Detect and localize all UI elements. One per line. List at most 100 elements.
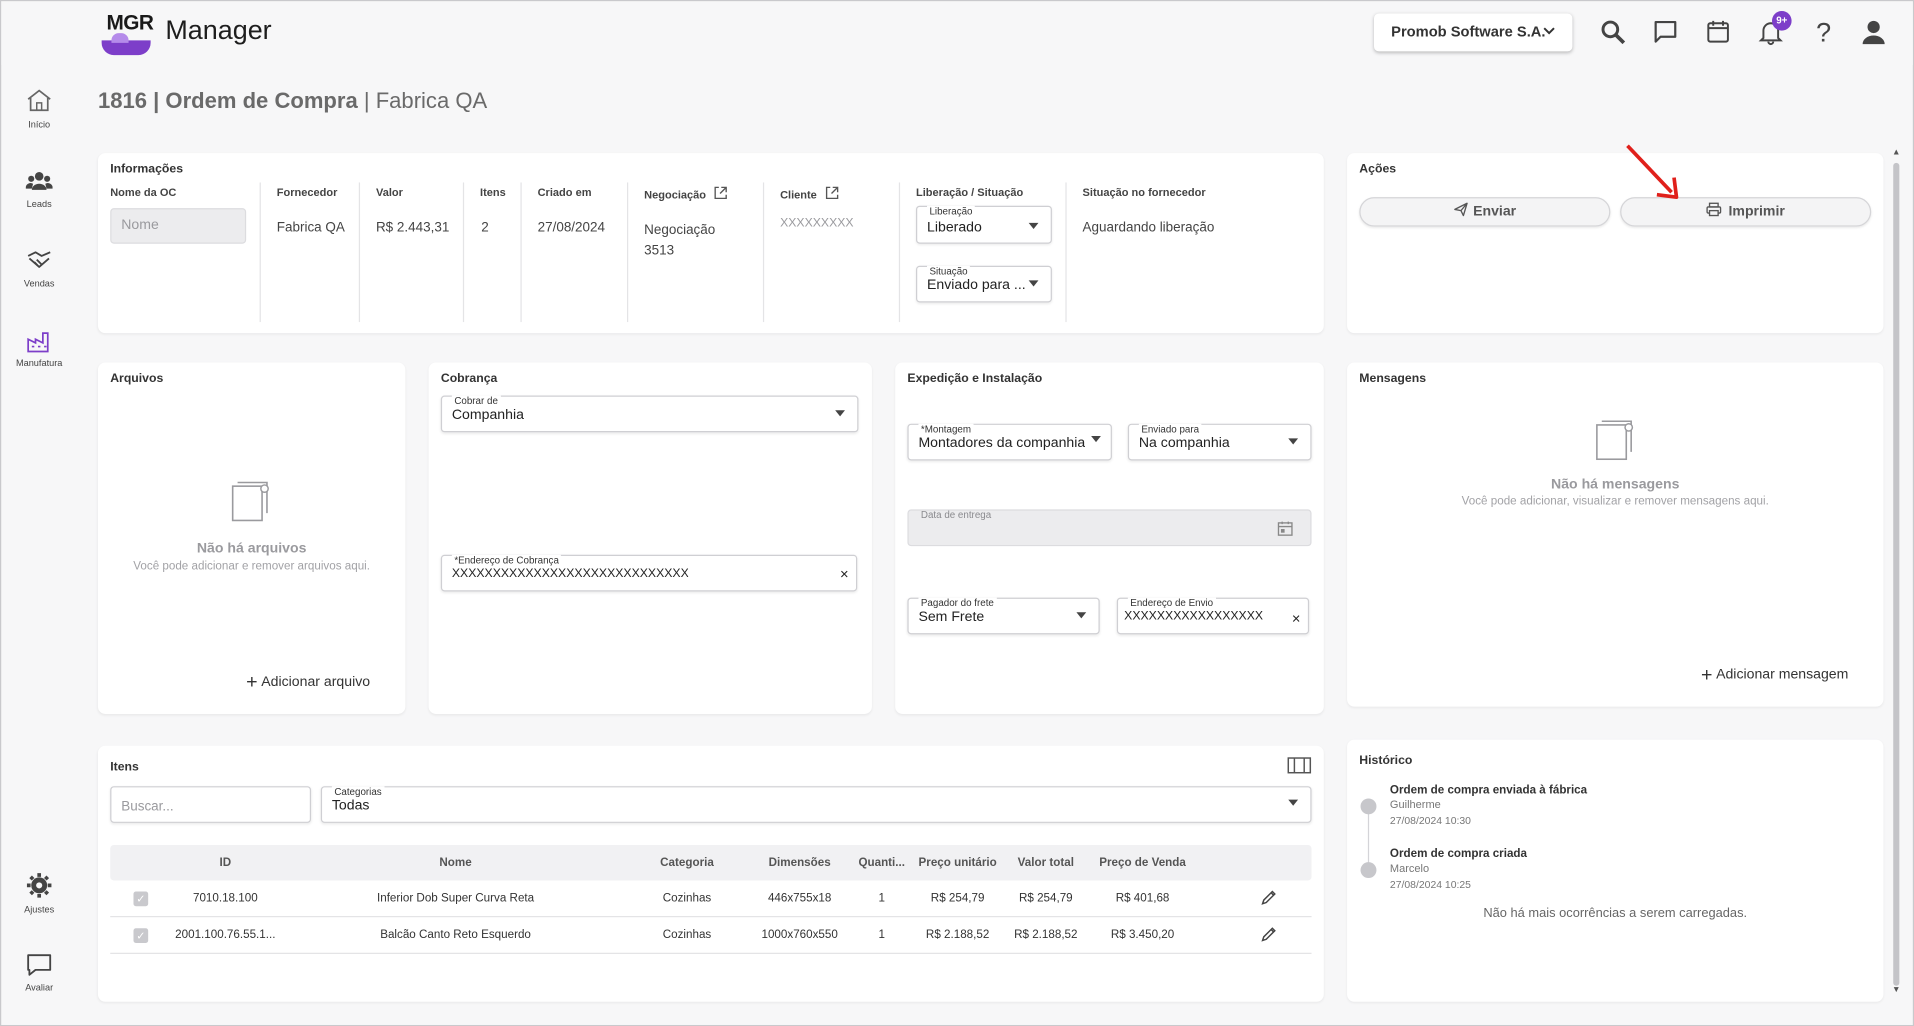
- column-header-nome[interactable]: Nome: [394, 856, 516, 869]
- history-event-title: Ordem de compra enviada à fábrica: [1389, 783, 1588, 798]
- nav-label-ajustes: Ajustes: [24, 903, 55, 915]
- nav-avaliar[interactable]: Avaliar: [1, 953, 77, 993]
- add-message-button[interactable]: + Adicionar mensagem: [1701, 665, 1848, 687]
- info-section-title: Informações: [110, 162, 184, 177]
- column-header-dimensoes[interactable]: Dimensões: [759, 856, 840, 869]
- label-criado-em: Criado em: [537, 186, 592, 199]
- situacao-select[interactable]: Situação Enviado para ...: [916, 265, 1052, 303]
- calendar-icon[interactable]: [1277, 520, 1293, 536]
- external-link-icon[interactable]: [825, 186, 838, 200]
- column-header-categoria[interactable]: Categoria: [647, 856, 728, 869]
- svg-text:?: ?: [1816, 18, 1831, 45]
- columns-icon[interactable]: [1287, 757, 1312, 774]
- scrollbar-thumb[interactable]: [1893, 162, 1900, 986]
- shipping-section-title: Expedição e Instalação: [907, 372, 1043, 386]
- edit-pencil-icon[interactable]: [1260, 889, 1277, 906]
- info-card: Informações Nome da OC Nome Fornecedor F…: [97, 153, 1324, 334]
- scroll-down-icon: ▼: [1892, 985, 1901, 995]
- logo-text: MGR: [106, 11, 154, 35]
- plus-icon: +: [1700, 664, 1713, 686]
- external-link-icon[interactable]: [714, 186, 727, 200]
- plus-icon: +: [246, 672, 258, 694]
- annotation-arrow-icon: [1626, 144, 1679, 199]
- delivery-date-input[interactable]: Data de entrega: [907, 509, 1312, 547]
- history-dot: [1360, 862, 1377, 879]
- label-cliente: Cliente: [780, 186, 838, 201]
- clear-icon[interactable]: ×: [840, 566, 849, 583]
- column-header-preco-venda[interactable]: Preço de Venda: [1095, 856, 1191, 869]
- value-itens: 2: [481, 220, 489, 236]
- chat-icon[interactable]: [1652, 18, 1679, 45]
- nav-label-manufatura: Manufatura: [15, 357, 63, 369]
- nav-inicio[interactable]: Início: [1, 87, 77, 130]
- search-icon[interactable]: [1599, 18, 1626, 45]
- liberacao-select[interactable]: Liberação Liberado: [916, 205, 1052, 244]
- categories-select[interactable]: Categorias Todas: [320, 786, 1312, 823]
- column-header-quantidade[interactable]: Quanti...: [854, 856, 910, 869]
- value-criado-em: 27/08/2024: [537, 220, 606, 236]
- value-negociacao[interactable]: Negociação 3513: [644, 220, 715, 262]
- shipping-address-input[interactable]: Endereço de Envio XXXXXXXXXXXXXXXXX ×: [1116, 597, 1310, 635]
- label-fornecedor: Fornecedor: [276, 186, 338, 199]
- billing-address-input[interactable]: *Endereço de Cobrança XXXXXXXXXXXXXXXXXX…: [440, 554, 858, 592]
- nav-label-inicio: Início: [28, 118, 51, 130]
- add-file-button[interactable]: + Adicionar arquivo: [246, 672, 370, 694]
- nav-leads[interactable]: Leads: [1, 169, 77, 209]
- edit-pencil-icon[interactable]: [1260, 926, 1277, 943]
- enviado-para-select[interactable]: Enviado para Na companhia: [1127, 423, 1312, 461]
- clear-icon[interactable]: ×: [1292, 610, 1301, 627]
- nav-vendas[interactable]: Vendas: [1, 249, 77, 289]
- column-header-preco-unitario[interactable]: Preço unitário: [914, 856, 1002, 869]
- dropdown-caret-icon: [1288, 438, 1299, 445]
- nav-label-avaliar: Avaliar: [25, 982, 54, 994]
- feedback-icon: [27, 954, 52, 976]
- actions-section-title: Ações: [1359, 162, 1397, 177]
- column-header-id[interactable]: ID: [201, 856, 250, 869]
- row-checkbox[interactable]: ✓: [133, 891, 149, 907]
- empty-messages-icon: [1596, 420, 1634, 461]
- label-nome-oc: Nome da OC: [110, 186, 177, 199]
- nav-label-leads: Leads: [26, 198, 52, 210]
- user-avatar-icon[interactable]: [1860, 18, 1887, 45]
- history-footer: Não há mais ocorrências a serem carregad…: [1483, 906, 1748, 921]
- top-bar: MGR Manager Promob Software S.A. 9+ ?: [1, 1, 1913, 65]
- row-checkbox[interactable]: ✓: [133, 928, 149, 943]
- chevron-down-icon: [1543, 26, 1555, 39]
- app-title: Manager: [165, 14, 272, 46]
- nav-ajustes[interactable]: Ajustes: [1, 872, 77, 915]
- history-dot: [1360, 798, 1377, 815]
- column-header-valor-total[interactable]: Valor total: [1008, 856, 1084, 869]
- montagem-select[interactable]: *Montagem Montadores da companhia: [907, 423, 1112, 461]
- nome-oc-input[interactable]: Nome: [110, 208, 247, 244]
- pagador-frete-select[interactable]: Pagador do frete Sem Frete: [907, 597, 1100, 635]
- calendar-icon[interactable]: [1705, 18, 1732, 45]
- history-card: Histórico Ordem de compra enviada à fábr…: [1347, 739, 1884, 1002]
- help-icon[interactable]: ?: [1810, 18, 1837, 48]
- app-logo[interactable]: MGR: [101, 9, 154, 58]
- dropdown-caret-icon: [1288, 799, 1299, 806]
- page-title: 1816 | Ordem de Compra | Fabrica QA: [97, 88, 488, 113]
- history-event-date: 27/08/2024 10:25: [1389, 878, 1471, 891]
- home-icon: [27, 89, 51, 112]
- history-event-title: Ordem de compra criada: [1389, 847, 1527, 861]
- actions-card: Ações Enviar Imprimir: [1347, 153, 1884, 334]
- bell-icon[interactable]: 9+: [1757, 11, 1792, 46]
- send-button[interactable]: Enviar: [1359, 197, 1611, 227]
- label-liberacao-situacao: Liberação / Situação: [916, 186, 1024, 199]
- nav-manufatura[interactable]: Manufatura: [1, 328, 77, 369]
- billing-card: Cobrança Cobrar de Companhia *Endereço d…: [428, 362, 872, 714]
- files-card: Arquivos Não há arquivos Você pode adici…: [97, 362, 406, 714]
- dropdown-caret-icon: [1091, 435, 1101, 443]
- files-empty-title: Não há arquivos: [196, 541, 307, 556]
- page-scrollbar[interactable]: ▲ ▼: [1892, 148, 1902, 999]
- value-situacao-fornecedor: Aguardando liberação: [1082, 220, 1215, 236]
- empty-documents-icon: [231, 481, 269, 522]
- cobrar-de-select[interactable]: Cobrar de Companhia: [440, 395, 859, 433]
- notification-badge: 9+: [1771, 11, 1792, 31]
- company-selector[interactable]: Promob Software S.A.: [1374, 13, 1573, 52]
- label-itens: Itens: [480, 186, 506, 199]
- factory-icon: [27, 332, 49, 353]
- dropdown-caret-icon: [1076, 612, 1087, 619]
- items-search-input[interactable]: Buscar...: [110, 786, 312, 823]
- history-event-user: Marcelo: [1389, 862, 1430, 875]
